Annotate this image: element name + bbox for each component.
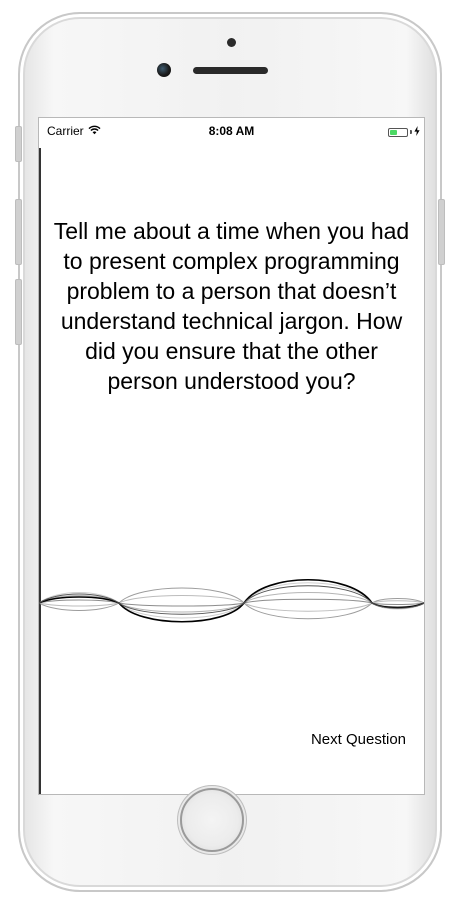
battery-nub (410, 130, 412, 134)
home-button[interactable] (180, 788, 244, 852)
next-question-button[interactable]: Next Question (311, 731, 406, 748)
battery-indicator (388, 125, 420, 139)
screen-edge-line (39, 148, 41, 794)
bolt-icon (414, 125, 420, 139)
app-screen: Carrier 8:08 AM Tell me about a time whe… (38, 117, 425, 795)
proximity-sensor (227, 38, 236, 47)
mute-switch (15, 126, 22, 162)
volume-up-button (15, 199, 22, 265)
volume-down-button (15, 279, 22, 345)
battery-level-fill (390, 129, 397, 135)
battery-icon (388, 127, 408, 137)
front-camera-icon (157, 63, 171, 77)
power-button (438, 199, 445, 265)
earpiece-speaker (193, 67, 268, 74)
question-text: Tell me about a time when you had to pre… (53, 218, 410, 394)
status-time: 8:08 AM (208, 124, 255, 138)
status-bar: Carrier 8:08 AM (39, 118, 424, 142)
audio-waveform (39, 579, 424, 623)
